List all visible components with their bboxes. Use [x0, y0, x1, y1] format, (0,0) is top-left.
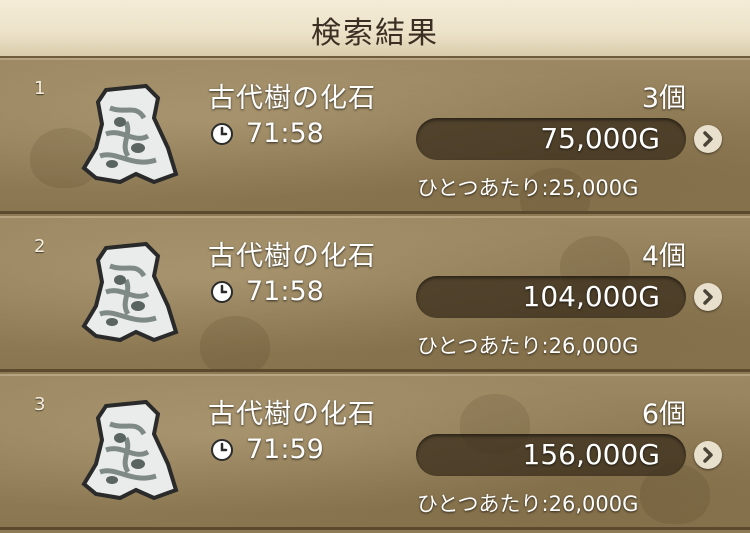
fossil-icon	[81, 241, 179, 343]
rank-number: 1	[34, 78, 46, 99]
rank-number: 2	[34, 236, 46, 257]
item-name: 古代樹の化石	[208, 241, 376, 272]
result-row-1[interactable]: 1 古代樹の化石 71:58 3個 75,000G ひとつあたり:25,000G	[0, 58, 750, 214]
time-text: 71:58	[246, 118, 324, 149]
unit-price: ひとつあたり:25,000G	[417, 176, 639, 200]
background-decoration	[200, 316, 270, 369]
price-box: 156,000G	[416, 434, 686, 476]
chevron-right-icon	[703, 289, 713, 305]
quantity: 3個	[641, 83, 686, 114]
quantity: 6個	[641, 399, 686, 430]
result-row-2[interactable]: 2 古代樹の化石 71:58 4個 104,000G ひとつあたり:26,000…	[0, 216, 750, 372]
detail-button[interactable]	[694, 441, 722, 469]
clock-icon	[211, 439, 233, 461]
detail-button[interactable]	[694, 283, 722, 311]
detail-button[interactable]	[694, 125, 722, 153]
time-text: 71:59	[246, 434, 324, 465]
unit-price: ひとつあたり:26,000G	[417, 334, 639, 358]
page-title: 検索結果	[311, 16, 439, 51]
rank-number: 3	[34, 394, 46, 415]
total-price: 75,000G	[540, 122, 660, 155]
item-name: 古代樹の化石	[208, 83, 376, 114]
chevron-right-icon	[703, 131, 713, 147]
search-results-list: 1 古代樹の化石 71:58 3個 75,000G ひとつあたり:25,000G	[0, 58, 750, 533]
item-name: 古代樹の化石	[208, 399, 376, 430]
fossil-icon	[81, 399, 179, 501]
clock-icon	[211, 123, 233, 145]
chevron-right-icon	[703, 447, 713, 463]
fossil-icon	[81, 83, 179, 185]
total-price: 156,000G	[522, 438, 660, 471]
price-box: 104,000G	[416, 276, 686, 318]
time-text: 71:58	[246, 276, 324, 307]
total-price: 104,000G	[522, 280, 660, 313]
price-box: 75,000G	[416, 118, 686, 160]
header-bar: 検索結果	[0, 0, 750, 58]
unit-price: ひとつあたり:26,000G	[417, 492, 639, 516]
quantity: 4個	[641, 241, 686, 272]
clock-icon	[211, 281, 233, 303]
result-row-3[interactable]: 3 古代樹の化石 71:59 6個 156,000G ひとつあたり:26,000…	[0, 374, 750, 530]
